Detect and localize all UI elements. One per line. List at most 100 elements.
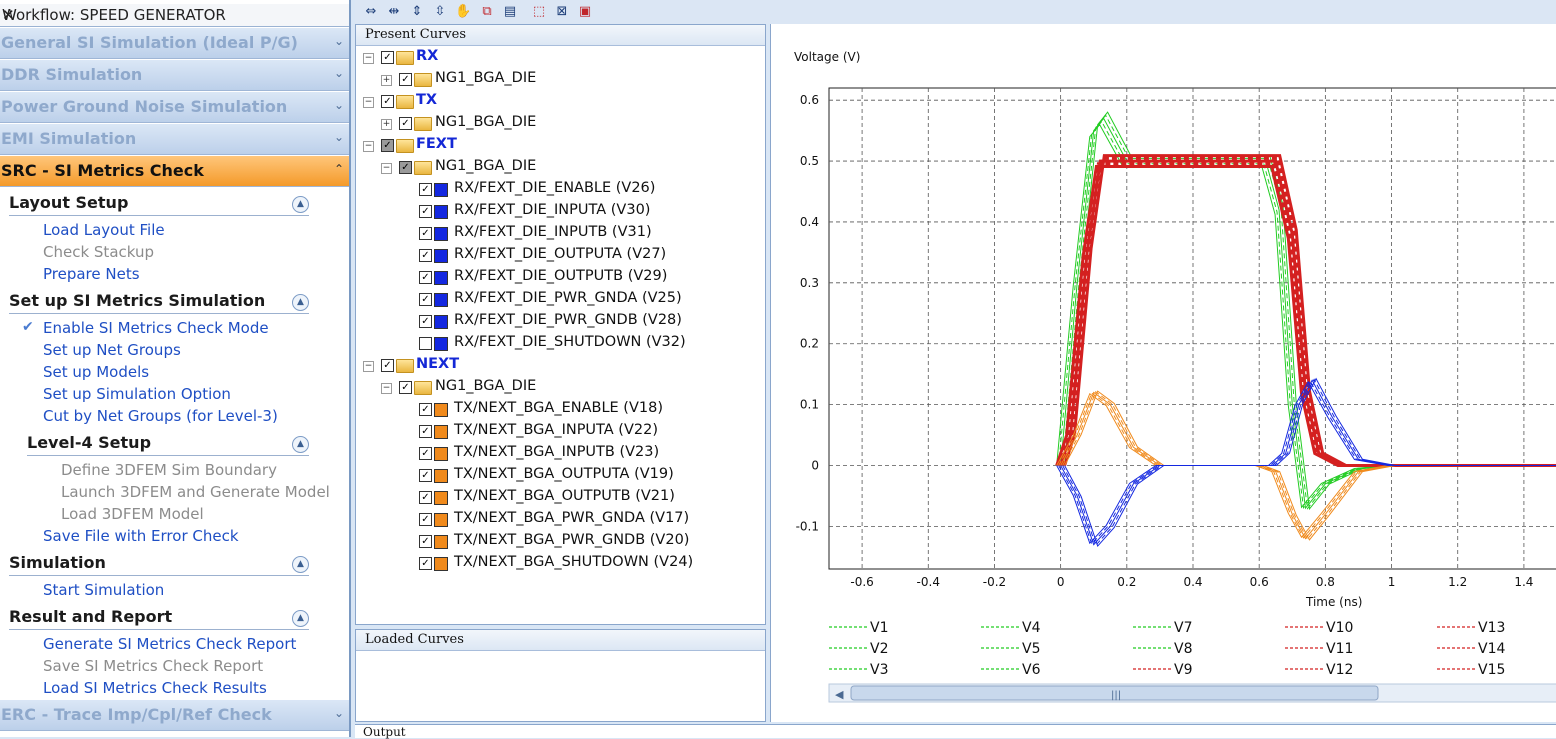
tree-row[interactable]: ✓ RX/FEXT_DIE_PWR_GNDA (V25) xyxy=(356,289,761,311)
checkbox[interactable]: ✓ xyxy=(399,161,412,174)
section-level-4-setup[interactable]: Level-4 Setup ▲ xyxy=(27,433,309,456)
checkbox[interactable]: ✓ xyxy=(419,447,432,460)
tree-row[interactable]: + ✓ NG1_BGA_DIE xyxy=(356,113,761,135)
tree-row[interactable]: RX/FEXT_DIE_SHUTDOWN (V32) xyxy=(356,333,761,355)
collapse-icon[interactable]: − xyxy=(363,97,374,108)
checkbox[interactable]: ✓ xyxy=(419,425,432,438)
checkbox[interactable]: ✓ xyxy=(419,315,432,328)
section-layout-setup[interactable]: Layout Setup ▲ xyxy=(9,193,309,216)
zoom-out-icon[interactable]: ⊠ xyxy=(554,4,570,20)
expand-icon[interactable]: + xyxy=(381,75,392,86)
chevron-down-icon[interactable]: ⌄ xyxy=(334,66,344,80)
checkbox[interactable]: ✓ xyxy=(381,51,394,64)
category-ddr-simulation[interactable]: DDR Simulation ⌄ xyxy=(0,60,349,91)
checkbox[interactable]: ✓ xyxy=(419,469,432,482)
copy-icon[interactable]: ⧉ xyxy=(479,4,495,20)
collapse-icon[interactable]: − xyxy=(381,163,392,174)
workflow-step-enable-si-metrics-check-mode[interactable]: Enable SI Metrics Check Mode xyxy=(43,319,269,337)
checkbox[interactable]: ✓ xyxy=(419,491,432,504)
checkbox[interactable]: ✓ xyxy=(419,249,432,262)
checkbox[interactable]: ✓ xyxy=(419,513,432,526)
chevron-down-icon[interactable]: ⌄ xyxy=(334,98,344,112)
category-general-si-simulation-ideal-p-g[interactable]: General SI Simulation (Ideal P/G) ⌄ xyxy=(0,28,349,59)
section-simulation[interactable]: Simulation ▲ xyxy=(9,553,309,576)
expand-icon[interactable]: + xyxy=(381,119,392,130)
scroll-left-icon[interactable]: ◀ xyxy=(835,688,844,701)
workflow-step-generate-si-metrics-check-report[interactable]: Generate SI Metrics Check Report xyxy=(43,635,296,653)
checkbox[interactable]: ✓ xyxy=(419,293,432,306)
tree-row[interactable]: − ✓ NEXT xyxy=(356,355,761,377)
collapse-icon[interactable]: ▲ xyxy=(292,294,309,311)
category-src-si-metrics-check[interactable]: SRC - SI Metrics Check ⌃ xyxy=(0,156,349,187)
tree-row[interactable]: ✓ TX/NEXT_BGA_ENABLE (V18) xyxy=(356,399,761,421)
tree-row[interactable]: ✓ RX/FEXT_DIE_INPUTB (V31) xyxy=(356,223,761,245)
checkbox[interactable]: ✓ xyxy=(381,359,394,372)
tree-row[interactable]: ✓ RX/FEXT_DIE_ENABLE (V26) xyxy=(356,179,761,201)
checkbox[interactable]: ✓ xyxy=(381,95,394,108)
checkbox[interactable]: ✓ xyxy=(419,535,432,548)
category-emi-simulation[interactable]: EMI Simulation ⌄ xyxy=(0,124,349,155)
tree-row[interactable]: ✓ RX/FEXT_DIE_OUTPUTB (V29) xyxy=(356,267,761,289)
workflow-step-load-layout-file[interactable]: Load Layout File xyxy=(43,221,165,239)
section-result-and-report[interactable]: Result and Report ▲ xyxy=(9,607,309,630)
chevron-up-icon[interactable]: ⌃ xyxy=(334,162,344,176)
tree-row[interactable]: ✓ RX/FEXT_DIE_OUTPUTA (V27) xyxy=(356,245,761,267)
collapse-icon[interactable]: − xyxy=(381,383,392,394)
workflow-step-load-si-metrics-check-results[interactable]: Load SI Metrics Check Results xyxy=(43,679,267,697)
hand-icon[interactable]: ✋ xyxy=(455,4,471,20)
checkbox[interactable]: ✓ xyxy=(399,117,412,130)
fit-icon[interactable]: ▣ xyxy=(577,4,593,20)
zoom-vertical-icon[interactable]: ⇳ xyxy=(432,4,448,20)
collapse-icon[interactable]: ▲ xyxy=(292,610,309,627)
workflow-step-start-simulation[interactable]: Start Simulation xyxy=(43,581,164,599)
collapse-icon[interactable]: − xyxy=(363,361,374,372)
checkbox[interactable]: ✓ xyxy=(399,381,412,394)
chevron-down-icon[interactable]: ⌄ xyxy=(334,34,344,48)
tree-row[interactable]: − ✓ FEXT xyxy=(356,135,761,157)
workflow-step-prepare-nets[interactable]: Prepare Nets xyxy=(43,265,140,283)
category-power-ground-noise-simulation[interactable]: Power Ground Noise Simulation ⌄ xyxy=(0,92,349,123)
checkbox[interactable]: ✓ xyxy=(381,139,394,152)
tree-row[interactable]: ✓ TX/NEXT_BGA_PWR_GNDB (V20) xyxy=(356,531,761,553)
collapse-icon[interactable]: ▲ xyxy=(292,436,309,453)
tree-row[interactable]: − ✓ TX xyxy=(356,91,761,113)
checkbox[interactable]: ✓ xyxy=(399,73,412,86)
zoom-horizontal-icon[interactable]: ⇹ xyxy=(386,4,402,20)
checkbox[interactable]: ✓ xyxy=(419,183,432,196)
tree-row[interactable]: ✓ TX/NEXT_BGA_OUTPUTB (V21) xyxy=(356,487,761,509)
checkbox[interactable]: ✓ xyxy=(419,271,432,284)
tree-row[interactable]: ✓ TX/NEXT_BGA_INPUTB (V23) xyxy=(356,443,761,465)
tree-row[interactable]: ✓ TX/NEXT_BGA_OUTPUTA (V19) xyxy=(356,465,761,487)
pan-vertical-icon[interactable]: ⇕ xyxy=(409,4,425,20)
tree-row[interactable]: ✓ RX/FEXT_DIE_PWR_GNDB (V28) xyxy=(356,311,761,333)
zoom-box-icon[interactable]: ⬚ xyxy=(531,4,547,20)
checkbox[interactable]: ✓ xyxy=(419,227,432,240)
chevron-down-icon[interactable]: ⌄ xyxy=(334,130,344,144)
close-icon[interactable]: ✕ xyxy=(2,6,344,24)
chevron-down-icon[interactable]: ⌄ xyxy=(334,706,344,720)
tree-row[interactable]: − ✓ NG1_BGA_DIE xyxy=(356,157,761,179)
category-erc-trace-imp[interactable]: ERC - Trace Imp/Cpl/Ref Check ⌄ xyxy=(0,700,349,731)
checkbox[interactable]: ✓ xyxy=(419,205,432,218)
workflow-step-set-up-net-groups[interactable]: Set up Net Groups xyxy=(43,341,181,359)
tree-row[interactable]: ✓ RX/FEXT_DIE_INPUTA (V30) xyxy=(356,201,761,223)
tree-row[interactable]: ✓ TX/NEXT_BGA_PWR_GNDA (V17) xyxy=(356,509,761,531)
section-set-up-si-metrics-simulation[interactable]: Set up SI Metrics Simulation ▲ xyxy=(9,291,309,314)
workflow-step-cut-by-net-groups-for-level-3[interactable]: Cut by Net Groups (for Level-3) xyxy=(43,407,278,425)
collapse-icon[interactable]: ▲ xyxy=(292,196,309,213)
workflow-step-set-up-simulation-option[interactable]: Set up Simulation Option xyxy=(43,385,231,403)
paste-icon[interactable]: ▤ xyxy=(502,4,518,20)
checkbox[interactable] xyxy=(419,337,432,350)
tree-row[interactable]: + ✓ NG1_BGA_DIE xyxy=(356,69,761,91)
tree-row[interactable]: − ✓ RX xyxy=(356,47,761,69)
pan-horizontal-icon[interactable]: ⇔ xyxy=(363,4,379,20)
checkbox[interactable]: ✓ xyxy=(419,403,432,416)
collapse-icon[interactable]: − xyxy=(363,141,374,152)
tree-row[interactable]: ✓ TX/NEXT_BGA_INPUTA (V22) xyxy=(356,421,761,443)
collapse-icon[interactable]: − xyxy=(363,53,374,64)
workflow-step-set-up-models[interactable]: Set up Models xyxy=(43,363,149,381)
workflow-step-save-file-with-error-check[interactable]: Save File with Error Check xyxy=(43,527,239,545)
collapse-icon[interactable]: ▲ xyxy=(292,556,309,573)
checkbox[interactable]: ✓ xyxy=(419,557,432,570)
tree-row[interactable]: − ✓ NG1_BGA_DIE xyxy=(356,377,761,399)
